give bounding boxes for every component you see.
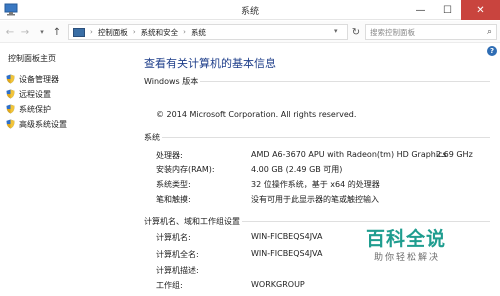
- shield-icon: [6, 74, 15, 84]
- refresh-icon[interactable]: ↻: [350, 25, 362, 39]
- sidebar-item-label: 远程设置: [19, 89, 51, 99]
- computer-name-value: WIN-FICBEQS4JVA: [251, 232, 323, 241]
- sidebar-item-advanced-settings[interactable]: 高级系统设置: [6, 118, 67, 130]
- windows-edition-heading: Windows 版本: [144, 77, 199, 86]
- system-heading: 系统: [144, 133, 160, 142]
- section-divider: [162, 137, 490, 138]
- sidebar-item-system-protection[interactable]: 系统保护: [6, 103, 51, 115]
- shield-icon: [6, 89, 15, 99]
- recent-locations-chevron-icon[interactable]: ▾: [35, 24, 49, 40]
- processor-value: AMD A6-3670 APU with Radeon(tm) HD Graph…: [251, 150, 447, 159]
- watermark-subtitle: 助你轻松解决: [374, 253, 441, 263]
- minimize-button[interactable]: —: [407, 0, 434, 20]
- memory-value: 4.00 GB (2.49 GB 可用): [251, 165, 343, 174]
- full-computer-name-value: WIN-FICBEQS4JVA: [251, 249, 323, 258]
- full-computer-name-label: 计算机全名:: [156, 250, 199, 259]
- watermark: 百科全说 助你轻松解决: [366, 224, 462, 272]
- sidebar-home-link[interactable]: 控制面板主页: [8, 53, 56, 64]
- processor-label: 处理器:: [156, 151, 183, 160]
- breadcrumb-separator: ›: [90, 28, 93, 36]
- sidebar: 控制面板主页 设备管理器 远程设置 系统保护 高级系统设置: [0, 44, 130, 296]
- section-divider: [242, 221, 490, 222]
- breadcrumb-system[interactable]: 系统: [191, 27, 206, 38]
- watermark-title: 百科全说: [366, 228, 447, 250]
- breadcrumb-separator: ›: [183, 28, 186, 36]
- title-bar: 系统 — ☐ ✕: [0, 0, 500, 20]
- breadcrumb[interactable]: › 控制面板 › 系统和安全 › 系统: [68, 24, 348, 40]
- computer-name-label: 计算机名:: [156, 233, 191, 242]
- computer-description-label: 计算机描述:: [156, 266, 199, 275]
- sidebar-item-device-manager[interactable]: 设备管理器: [6, 73, 59, 85]
- close-button[interactable]: ✕: [461, 0, 500, 20]
- breadcrumb-separator: ›: [132, 28, 136, 36]
- copyright-text: © 2014 Microsoft Corporation. All rights…: [156, 110, 357, 119]
- sidebar-item-label: 高级系统设置: [19, 119, 67, 129]
- pen-touch-label: 笔和触摸:: [156, 195, 191, 204]
- shield-icon: [6, 119, 15, 129]
- computer-icon: [73, 27, 85, 37]
- forward-button[interactable]: →: [18, 24, 32, 40]
- search-icon[interactable]: ⌕: [487, 27, 492, 37]
- maximize-button[interactable]: ☐: [434, 0, 461, 20]
- sidebar-item-label: 系统保护: [19, 104, 51, 114]
- back-button[interactable]: ←: [3, 24, 17, 40]
- sidebar-item-remote-settings[interactable]: 远程设置: [6, 88, 51, 100]
- search-input[interactable]: 搜索控制面板 ⌕: [365, 24, 497, 40]
- up-button[interactable]: ↑: [50, 24, 64, 40]
- pen-touch-value: 没有可用于此显示器的笔或触控输入: [251, 195, 379, 204]
- computer-name-heading: 计算机名、域和工作组设置: [144, 217, 240, 226]
- search-placeholder: 搜索控制面板: [370, 27, 415, 37]
- breadcrumb-system-security[interactable]: 系统和安全: [141, 27, 179, 38]
- section-divider: [200, 81, 490, 82]
- memory-label: 安装内存(RAM):: [156, 165, 215, 174]
- breadcrumb-control-panel[interactable]: 控制面板: [98, 27, 128, 38]
- system-type-label: 系统类型:: [156, 180, 191, 189]
- processor-speed-value: 2.69 GHz: [436, 150, 473, 159]
- address-bar: ← → ▾ ↑ › 控制面板 › 系统和安全 › 系统 ▾ ↻ 搜索控制面板 ⌕: [0, 21, 500, 43]
- shield-icon: [6, 104, 15, 114]
- workgroup-value: WORKGROUP: [251, 280, 305, 289]
- page-title: 查看有关计算机的基本信息: [144, 57, 276, 70]
- help-icon[interactable]: ?: [487, 46, 497, 56]
- sidebar-item-label: 设备管理器: [19, 74, 59, 84]
- workgroup-label: 工作组:: [156, 281, 183, 290]
- address-dropdown-chevron-icon[interactable]: ▾: [334, 27, 338, 35]
- system-type-value: 32 位操作系统，基于 x64 的处理器: [251, 180, 380, 189]
